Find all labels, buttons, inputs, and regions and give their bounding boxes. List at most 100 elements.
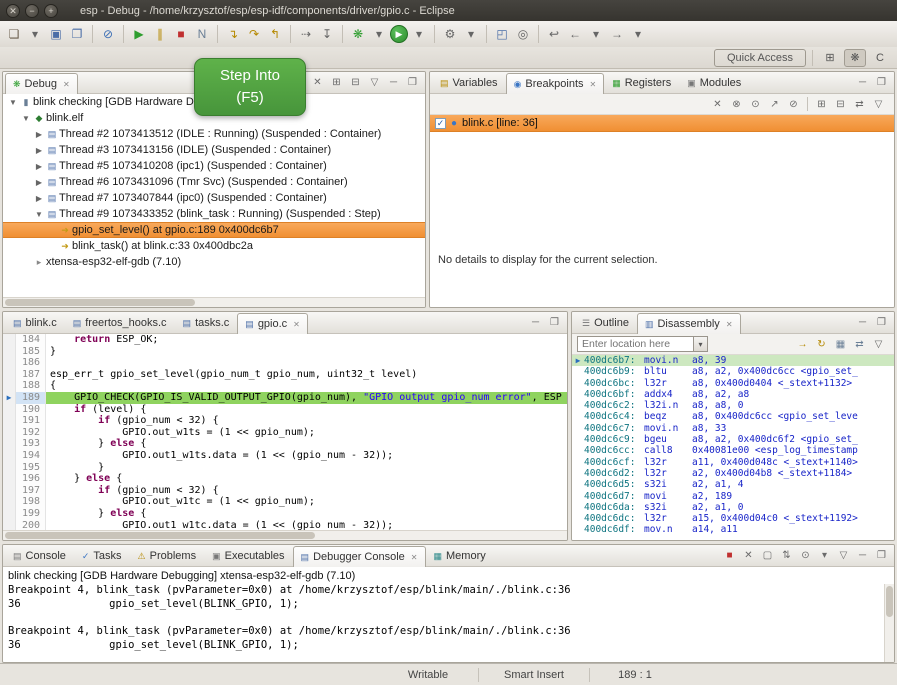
new-wizard-dropdown-icon[interactable]: ▾ [25, 24, 45, 44]
collapse-all-icon[interactable]: ⊟ [832, 96, 849, 113]
console-vertical-scrollbar[interactable] [884, 584, 894, 662]
tree-expander-icon[interactable]: ▶ [33, 162, 45, 171]
tree-expander-icon[interactable]: ▼ [7, 98, 19, 107]
view-layout-icon[interactable]: ⊞ [328, 74, 345, 91]
code-text[interactable]: GPIO.out_w1tc = (1 << gpio_num); [46, 496, 567, 508]
tab-registers[interactable]: ▦Registers [604, 72, 679, 93]
code-text[interactable]: { [46, 380, 567, 392]
new-wizard-icon[interactable]: ❏ [4, 24, 24, 44]
maximize-icon[interactable]: ❐ [404, 74, 421, 91]
back-dropdown-icon[interactable]: ▾ [586, 24, 606, 44]
disassembly-line[interactable]: 400dc6df:mov.na14, a11 [572, 524, 894, 535]
terminate-icon[interactable]: ■ [171, 24, 191, 44]
disassembly-line[interactable]: 400dc6c7:movi.na8, 33 [572, 423, 894, 434]
clear-console-icon[interactable]: ▢ [759, 547, 776, 564]
code-text[interactable]: GPIO.out1_w1tc.data = (1 << (gpio_num - … [46, 520, 567, 531]
close-tab-icon[interactable]: ✕ [590, 80, 597, 89]
code-text[interactable]: if (gpio_num < 32) { [46, 415, 567, 427]
tab-debug[interactable]: ❋Debug✕ [5, 73, 78, 94]
back-icon[interactable]: ← [565, 24, 585, 44]
quick-access-button[interactable]: Quick Access [714, 49, 806, 67]
remove-launch-icon[interactable]: ✕ [740, 547, 757, 564]
remove-all-breakpoints-icon[interactable]: ⊗ [728, 96, 745, 113]
breakpoint-row[interactable]: ✓ ● blink.c [line: 36] [430, 115, 894, 132]
skip-all-breakpoints-icon[interactable]: ⊘ [98, 24, 118, 44]
code-text[interactable]: esp_err_t gpio_set_level(gpio_num_t gpio… [46, 369, 567, 381]
code-text[interactable] [46, 357, 567, 369]
minimize-icon[interactable]: ─ [527, 314, 544, 331]
tab-tasks[interactable]: ✓Tasks [74, 545, 130, 566]
close-tab-icon[interactable]: ✕ [411, 553, 418, 562]
open-perspective-icon[interactable]: ⊞ [819, 49, 841, 67]
disassembly-line[interactable]: 400dc6dc:l32ra15, 0x400d04c0 <_stext+119… [572, 513, 894, 524]
debug-tree-item[interactable]: ▶▤Thread #6 1073431096 (Tmr Svc) (Suspen… [3, 174, 425, 190]
save-all-icon[interactable]: ❐ [67, 24, 87, 44]
external-tools-icon[interactable]: ⚙ [440, 24, 460, 44]
disassembly-line[interactable]: 400dc6bf:addx4a8, a2, a8 [572, 389, 894, 400]
expand-all-icon[interactable]: ⊞ [813, 96, 830, 113]
breakpoint-checkbox[interactable]: ✓ [435, 118, 446, 129]
drop-to-frame-icon[interactable]: ↧ [317, 24, 337, 44]
disassembly-line[interactable]: 400dc6cc:call80x40081e00 <esp_log_timest… [572, 445, 894, 456]
suspend-icon[interactable]: ∥ [150, 24, 170, 44]
scroll-lock-icon[interactable]: ⇅ [778, 547, 795, 564]
code-text[interactable]: if (level) { [46, 404, 567, 416]
view-menu-icon[interactable]: ▽ [870, 336, 887, 353]
debug-dropdown-icon[interactable]: ▾ [369, 24, 389, 44]
code-text[interactable]: } [46, 462, 567, 474]
debug-tree-item[interactable]: ▼▤Thread #9 1073433352 (blink_task : Run… [3, 206, 425, 222]
refresh-view-icon[interactable]: ↻ [813, 336, 830, 353]
tab-blink-c[interactable]: ▤blink.c [5, 312, 65, 333]
link-with-debug-view-icon[interactable]: ⇄ [851, 96, 868, 113]
minimize-icon[interactable]: ─ [854, 547, 871, 564]
run-dropdown-icon[interactable]: ▾ [409, 24, 429, 44]
location-dropdown-icon[interactable]: ▾ [693, 336, 708, 352]
maximize-icon[interactable]: ❐ [873, 547, 890, 564]
external-tools-dropdown-icon[interactable]: ▾ [461, 24, 481, 44]
view-menu-icon[interactable]: ▽ [835, 547, 852, 564]
close-tab-icon[interactable]: ✕ [726, 320, 733, 329]
code-text[interactable]: } else { [46, 508, 567, 520]
disassembly-line[interactable]: 400dc6d7:movia2, 189 [572, 491, 894, 502]
code-text[interactable]: } [46, 346, 567, 358]
tab-executables[interactable]: ▣Executables [204, 545, 292, 566]
code-text[interactable]: } else { [46, 473, 567, 485]
remove-breakpoint-icon[interactable]: ✕ [709, 96, 726, 113]
code-editor[interactable]: 184 return ESP_OK;185}186187esp_err_t gp… [3, 334, 567, 530]
disassembly-line[interactable]: 400dc6da:s32ia2, a1, 0 [572, 502, 894, 513]
console-output[interactable]: Breakpoint 4, blink_task (pvParameter=0x… [3, 584, 894, 662]
debug-tree-item[interactable]: ▶▤Thread #3 1073413156 (IDLE) (Suspended… [3, 142, 425, 158]
code-text[interactable]: if (gpio_num < 32) { [46, 485, 567, 497]
tree-expander-icon[interactable]: ▶ [33, 194, 45, 203]
new-c-project-icon[interactable]: ◰ [492, 24, 512, 44]
disassembly-line[interactable]: 400dc6d2:l32ra2, 0x400d04b8 <_stext+1184… [572, 468, 894, 479]
remove-all-terminated-icon[interactable]: ✕ [309, 74, 326, 91]
view-menu-icon[interactable]: ▽ [870, 96, 887, 113]
goto-pc-icon[interactable]: → [794, 336, 811, 353]
disassembly-line[interactable]: ▶400dc6b7:movi.na8, 39 [572, 355, 894, 366]
step-over-icon[interactable]: ↷ [244, 24, 264, 44]
maximize-icon[interactable]: ❐ [873, 74, 890, 91]
debug-horizontal-scrollbar[interactable] [3, 297, 425, 307]
disassembly-line[interactable]: 400dc6c4:beqza8, 0x400dc6cc <gpio_set_le… [572, 411, 894, 422]
view-menu-icon[interactable]: ▽ [366, 74, 383, 91]
display-console-dropdown-icon[interactable]: ▾ [816, 547, 833, 564]
minimize-button[interactable]: − [25, 4, 39, 18]
tab-variables[interactable]: ▤Variables [432, 72, 506, 93]
code-text[interactable]: GPIO_CHECK(GPIO_IS_VALID_OUTPUT_GPIO(gpi… [46, 392, 567, 404]
debug-tree-item[interactable]: ➜blink_task() at blink.c:33 0x400dbc2a [3, 238, 425, 254]
debug-tree-item[interactable]: ▸xtensa-esp32-elf-gdb (7.10) [3, 254, 425, 270]
code-text[interactable]: } else { [46, 438, 567, 450]
minimize-icon[interactable]: ─ [854, 314, 871, 331]
status-insert-mode[interactable]: Smart Insert [489, 669, 579, 681]
last-edit-location-icon[interactable]: ↩ [544, 24, 564, 44]
close-tab-icon[interactable]: ✕ [293, 320, 300, 329]
code-text[interactable]: return ESP_OK; [46, 334, 567, 346]
close-tab-icon[interactable]: ✕ [63, 80, 70, 89]
debug-tree-item[interactable]: ▶▤Thread #2 1073413512 (IDLE : Running) … [3, 126, 425, 142]
disassembly-line[interactable]: 400dc6c9:bgeua8, a2, 0x400dc6f2 <gpio_se… [572, 434, 894, 445]
disassembly-line[interactable]: 400dc6b9:bltua8, a2, 0x400dc6cc <gpio_se… [572, 366, 894, 377]
skip-all-breakpoints-icon[interactable]: ⊘ [785, 96, 802, 113]
maximize-icon[interactable]: ❐ [546, 314, 563, 331]
step-return-icon[interactable]: ↰ [265, 24, 285, 44]
